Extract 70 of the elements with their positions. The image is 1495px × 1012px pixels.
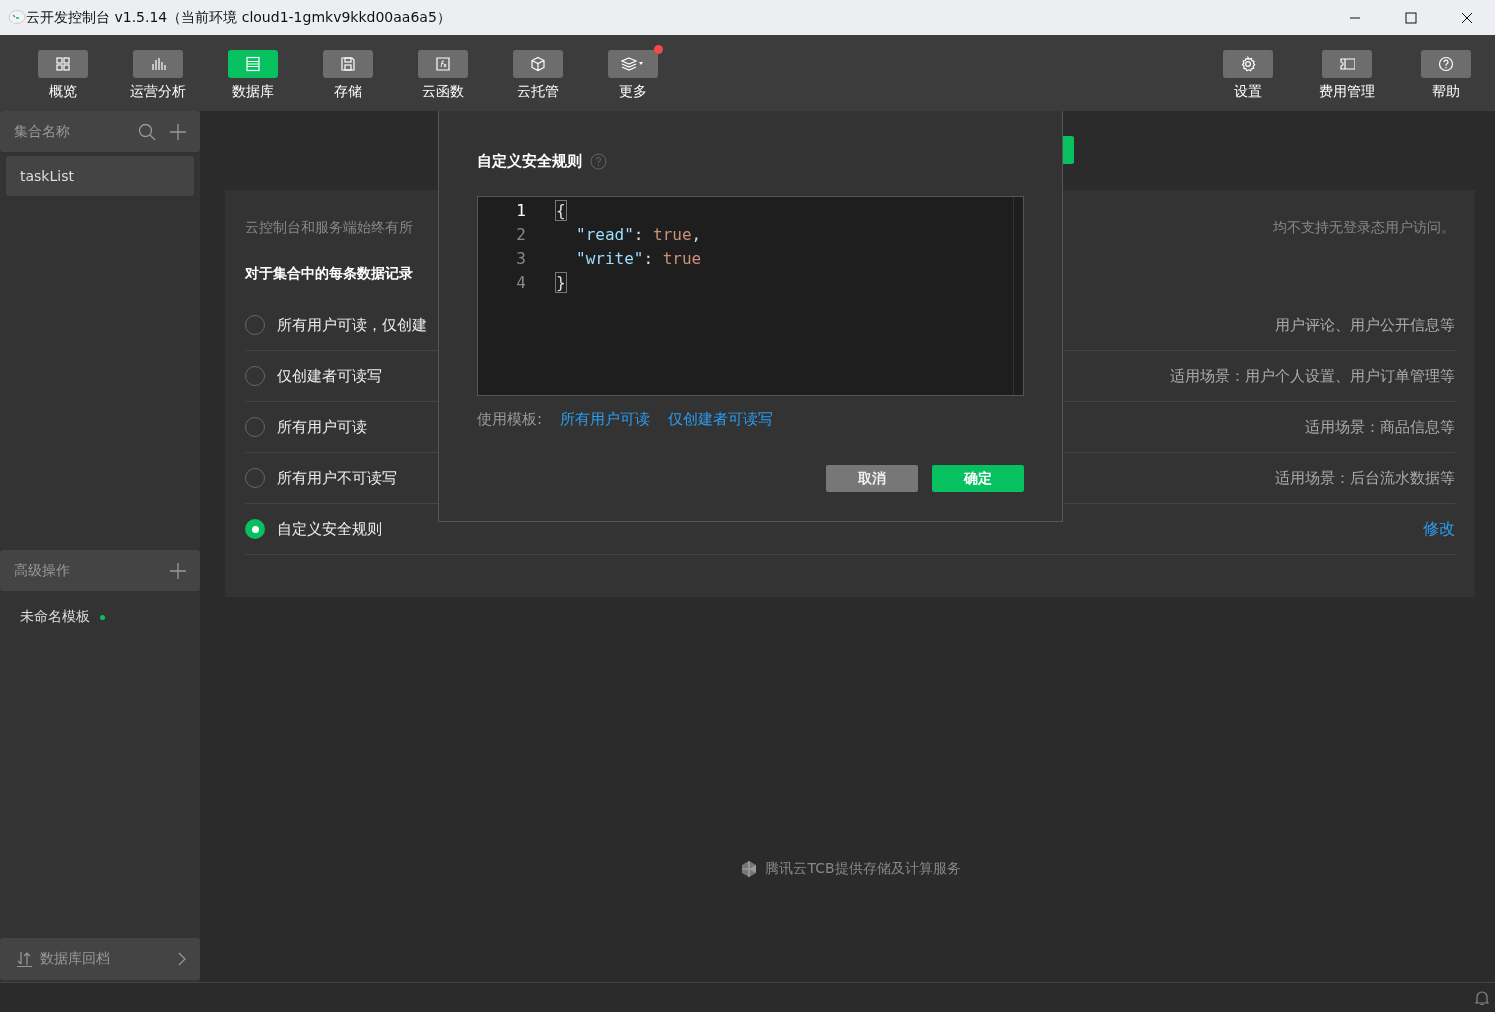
code-bracket: } xyxy=(556,272,566,292)
toolbar-button[interactable]: 存储 xyxy=(300,35,395,111)
toolbar-button[interactable]: 运营分析 xyxy=(110,35,205,111)
app-icon xyxy=(8,9,26,26)
rollback-label: 数据库回档 xyxy=(40,950,111,968)
edit-link[interactable]: 修改 xyxy=(1423,518,1455,540)
template-link[interactable]: 所有用户可读 xyxy=(560,410,651,429)
code-punctuation: , xyxy=(691,224,702,244)
toolbar-button[interactable]: 费用管理 xyxy=(1297,35,1396,111)
cube-icon xyxy=(529,56,546,72)
search-icon xyxy=(138,122,156,141)
cancel-button[interactable]: 取消 xyxy=(826,465,918,492)
code-punctuation: : xyxy=(643,248,655,268)
rollback-button[interactable]: 数据库回档 xyxy=(0,938,200,980)
chevron-right-icon xyxy=(178,952,186,966)
option-note: 用户评论、用户公开信息等 xyxy=(1275,315,1455,335)
toolbar-button[interactable]: 概览 xyxy=(15,35,110,111)
code-key: "read" xyxy=(576,224,634,244)
line-number: 3 xyxy=(515,247,527,270)
line-number: 2 xyxy=(515,223,527,246)
toolbar-button[interactable]: 数据库 xyxy=(205,35,300,111)
code-value: true xyxy=(653,224,692,244)
code-editor[interactable]: 1 2 3 4 { "read": true, "write": true } xyxy=(477,196,1024,396)
option-note: 适用场景：用户个人设置、用户订单管理等 xyxy=(1170,366,1455,386)
window-title: 云开发控制台 v1.5.14（当前环境 cloud1-1gmkv9kkd00aa6a5） xyxy=(26,8,452,27)
toolbar-button[interactable]: 设置 xyxy=(1198,35,1297,111)
section-heading: 对于集合中的每条数据记录 xyxy=(245,265,413,283)
bell-icon xyxy=(1475,989,1489,1006)
settings-icon xyxy=(1239,56,1256,72)
toolbar-button[interactable]: 云托管 xyxy=(490,35,585,111)
toolbar-button[interactable]: 更多 xyxy=(585,35,680,111)
option-note: 适用场景：商品信息等 xyxy=(1305,417,1455,437)
dialog-title: 自定义安全规则 xyxy=(477,151,582,171)
grid-icon xyxy=(54,56,71,72)
radio-button[interactable] xyxy=(245,519,265,539)
list-icon xyxy=(244,56,261,72)
option-label: 所有用户可读，仅创建 xyxy=(277,315,427,334)
collection-item[interactable]: taskList xyxy=(6,156,194,196)
toolbar-button[interactable]: 帮助 xyxy=(1396,35,1495,111)
help-icon xyxy=(1437,56,1454,72)
toolbar-button[interactable]: 云函数 xyxy=(395,35,490,111)
description-text: 云控制台和服务端始终有所 xyxy=(245,219,413,237)
template-item[interactable]: 未命名模板 xyxy=(20,608,90,626)
plus-icon xyxy=(170,562,186,579)
maximize-icon xyxy=(1405,11,1417,24)
code-value: true xyxy=(662,248,702,268)
template-label: 使用模板: xyxy=(477,410,543,429)
description-text: 均不支持无登录态用户访问。 xyxy=(1273,219,1455,237)
header-label: 集合名称 xyxy=(14,122,71,141)
line-number: 1 xyxy=(515,199,527,222)
close-icon xyxy=(1461,11,1473,24)
layers-icon xyxy=(620,56,645,72)
help-icon xyxy=(590,152,607,170)
plus-icon xyxy=(170,123,186,140)
template-link[interactable]: 仅创建者可读写 xyxy=(668,410,774,429)
option-note: 适用场景：后台流水数据等 xyxy=(1275,468,1455,488)
line-number: 4 xyxy=(515,271,527,294)
option-label: 仅创建者可读写 xyxy=(277,366,382,385)
code-punctuation: : xyxy=(633,224,645,244)
option-label: 所有用户不可读写 xyxy=(277,468,397,487)
footer-text: 腾讯云TCB提供存储及计算服务 xyxy=(765,860,961,878)
header-label: 高级操作 xyxy=(14,561,71,580)
option-label: 自定义安全规则 xyxy=(277,519,382,538)
code-key: "write" xyxy=(576,248,644,268)
ticket-icon xyxy=(1338,56,1355,72)
option-label: 所有用户可读 xyxy=(277,417,367,436)
code-bracket: { xyxy=(556,200,566,220)
bar-chart-icon xyxy=(149,56,166,72)
sort-arrows-icon xyxy=(16,951,34,967)
function-icon xyxy=(434,56,451,72)
